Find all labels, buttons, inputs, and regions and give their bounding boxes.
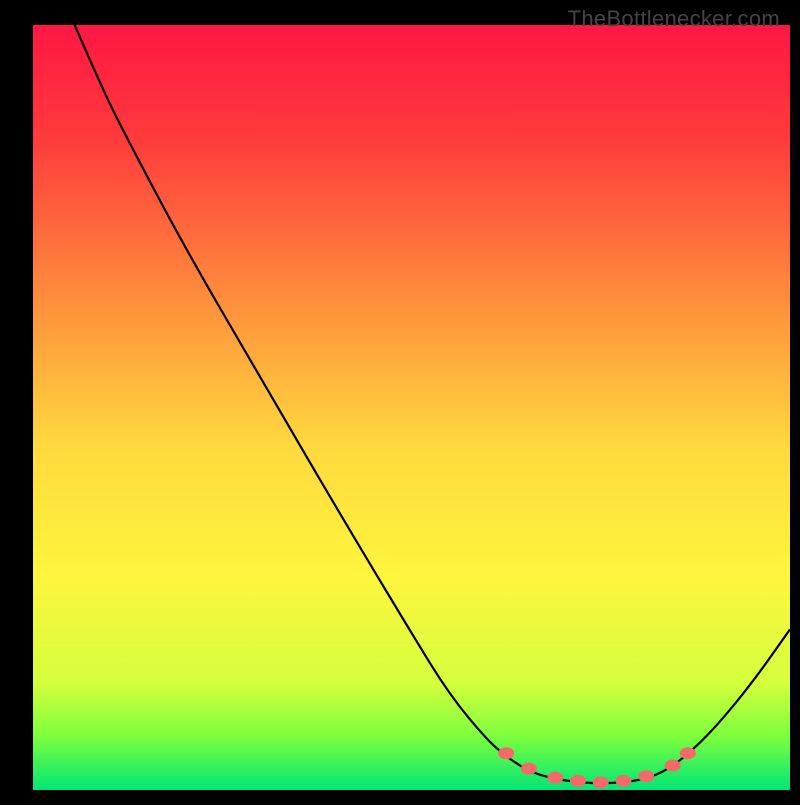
marker-dot [680,747,696,759]
watermark-text: TheBottlenecker.com [568,6,780,32]
marker-dot [498,747,514,759]
marker-dot [593,776,609,788]
marker-dot [521,763,537,775]
marker-dot [570,775,586,787]
plot-background [33,25,790,790]
marker-dot [638,770,654,782]
bottleneck-chart: TheBottlenecker.com [0,0,800,800]
marker-dot [547,772,563,784]
marker-dot [665,760,681,772]
chart-svg [0,0,800,800]
marker-dot [615,775,631,787]
